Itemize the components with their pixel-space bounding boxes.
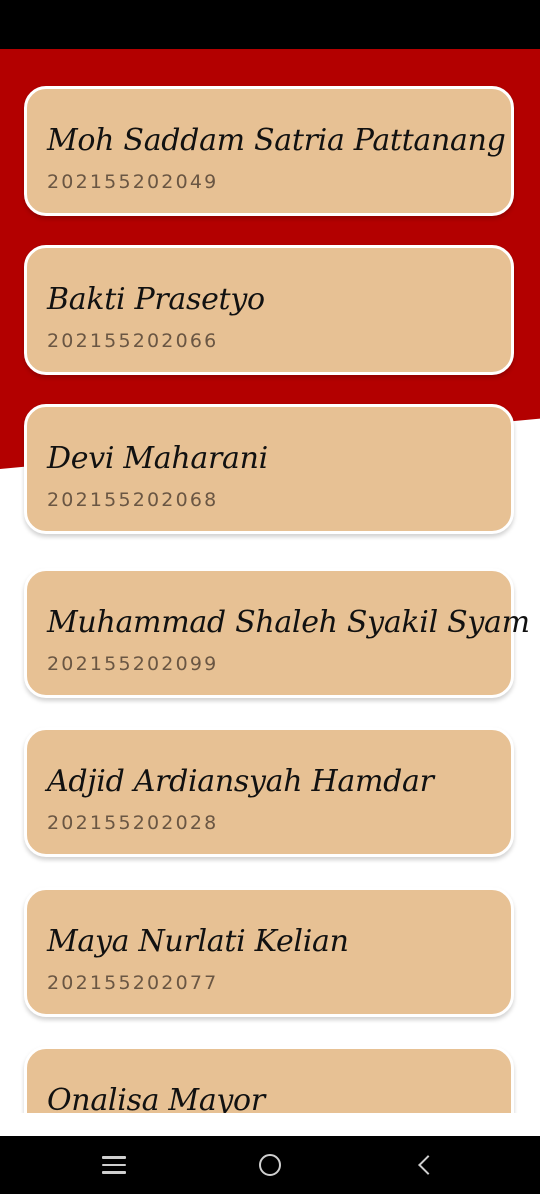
- student-name: Adjid Ardiansyah Hamdar: [47, 764, 434, 799]
- student-nim: 202155202049: [47, 171, 219, 193]
- student-name: Muhammad Shaleh Syakil Syam: [47, 605, 530, 640]
- status-bar: [0, 0, 540, 49]
- student-list[interactable]: Moh Saddam Satria Pattanang 202155202049…: [0, 49, 540, 1113]
- recent-apps-button[interactable]: [74, 1136, 154, 1194]
- navigation-bar: [0, 1136, 540, 1194]
- home-button[interactable]: [230, 1136, 310, 1194]
- menu-icon: [102, 1156, 126, 1174]
- student-card[interactable]: Adjid Ardiansyah Hamdar 202155202028: [24, 727, 514, 857]
- student-name: Maya Nurlati Kelian: [47, 924, 349, 959]
- student-nim: 202155202077: [47, 972, 219, 994]
- back-icon: [418, 1155, 438, 1175]
- student-nim: 202155202099: [47, 653, 219, 675]
- student-name: Devi Maharani: [47, 441, 268, 476]
- student-name: Moh Saddam Satria Pattanang: [47, 123, 506, 158]
- student-card[interactable]: Maya Nurlati Kelian 202155202077: [24, 887, 514, 1017]
- student-nim: 202155202068: [47, 489, 219, 511]
- student-card[interactable]: Moh Saddam Satria Pattanang 202155202049: [24, 86, 514, 216]
- home-icon: [259, 1154, 281, 1176]
- student-name: Bakti Prasetyo: [47, 282, 265, 317]
- back-button[interactable]: [384, 1136, 464, 1194]
- student-card[interactable]: Bakti Prasetyo 202155202066: [24, 245, 514, 375]
- student-nim: 202155202066: [47, 330, 219, 352]
- student-card[interactable]: Devi Maharani 202155202068: [24, 404, 514, 534]
- student-card[interactable]: Muhammad Shaleh Syakil Syam 202155202099: [24, 568, 530, 698]
- student-card[interactable]: Onalisa Mayor: [24, 1046, 514, 1113]
- student-nim: 202155202028: [47, 812, 219, 834]
- student-name: Onalisa Mayor: [47, 1083, 265, 1113]
